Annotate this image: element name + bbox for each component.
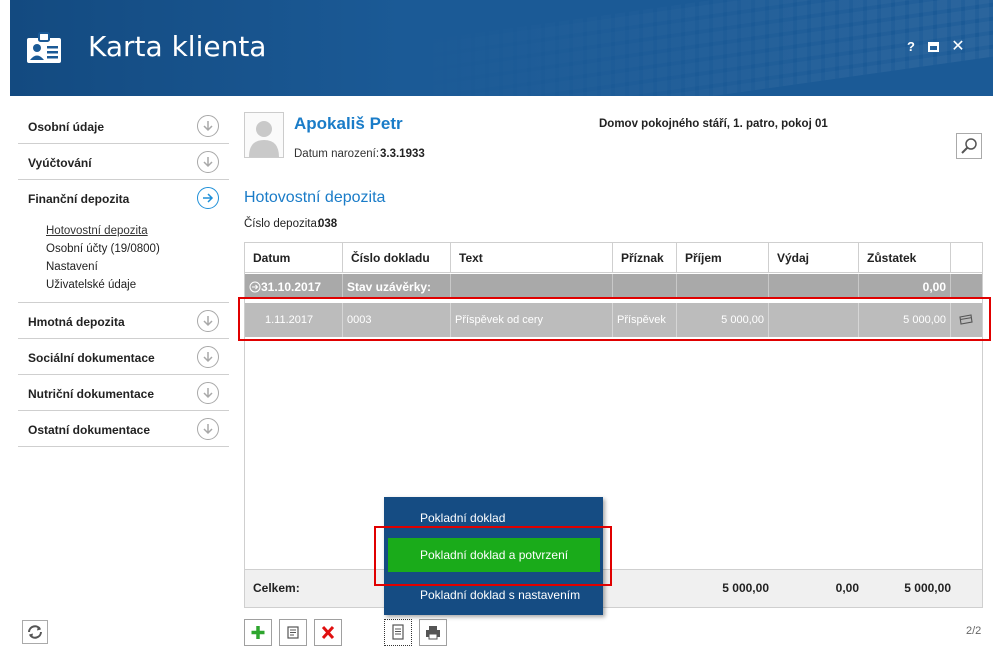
selected-menu-item-highlight xyxy=(374,526,612,586)
arrow-down-circle-icon[interactable] xyxy=(197,115,219,137)
arrow-down-circle-icon[interactable] xyxy=(197,310,219,332)
id-card-icon xyxy=(27,32,61,63)
arrow-down-circle-icon[interactable] xyxy=(197,382,219,404)
client-name: Apokališ Petr xyxy=(294,114,403,133)
sidebar-item-hmotna-depozita[interactable]: Hmotná depozita xyxy=(18,303,229,339)
window-title: Karta klienta xyxy=(88,30,267,63)
edit-button[interactable] xyxy=(279,619,307,646)
deposit-number-label: Číslo depozita: xyxy=(244,218,321,230)
search-icon xyxy=(961,138,977,154)
column-header-priznak[interactable]: Příznak xyxy=(613,243,677,273)
avatar xyxy=(244,112,284,158)
refresh-icon xyxy=(28,625,42,639)
sidebar-subitem-uzivatelske-udaje[interactable]: Uživatelské údaje xyxy=(46,276,229,294)
arrow-down-circle-icon[interactable] xyxy=(197,346,219,368)
section-title: Hotovostní depozita xyxy=(244,189,386,206)
sidebar-subitem-nastaveni[interactable]: Nastavení xyxy=(46,258,229,276)
totals-income: 5 000,00 xyxy=(722,581,769,595)
sidebar: Osobní údaje Vyúčtování Finanční depozit… xyxy=(18,108,229,447)
closing-date: 31.10.2017 xyxy=(261,280,322,294)
totals-balance: 5 000,00 xyxy=(904,581,951,595)
app-header: Karta klienta xyxy=(10,0,993,96)
column-header-text[interactable]: Text xyxy=(451,243,613,273)
column-header-datum[interactable]: Datum xyxy=(245,243,343,273)
sidebar-subitem-hotovostni-depozita[interactable]: Hotovostní depozita xyxy=(46,222,229,240)
sidebar-item-nutricni-dokumentace[interactable]: Nutriční dokumentace xyxy=(18,375,229,411)
client-location: Domov pokojného stáří, 1. patro, pokoj 0… xyxy=(599,118,828,130)
sidebar-item-osobni-udaje[interactable]: Osobní údaje xyxy=(18,108,229,144)
closing-label: Stav uzávěrky: xyxy=(343,274,451,298)
printer-icon xyxy=(426,626,440,640)
arrow-down-circle-icon[interactable] xyxy=(197,151,219,173)
maximize-button[interactable] xyxy=(925,38,941,56)
totals-label: Celkem: xyxy=(253,581,300,595)
table-totals-row: Celkem: 5 000,00 0,00 5 000,00 xyxy=(245,569,982,607)
sidebar-item-label: Vyúčtování xyxy=(28,156,92,170)
add-button[interactable] xyxy=(244,619,272,646)
table-row-closing[interactable]: 31.10.2017 Stav uzávěrky: 0,00 xyxy=(245,274,982,298)
sidebar-item-label: Finanční depozita xyxy=(28,192,130,206)
delete-x-icon xyxy=(321,625,335,640)
table-header: Datum Číslo dokladu Text Příznak Příjem … xyxy=(245,243,982,273)
sidebar-item-financni-depozita[interactable]: Finanční depozita xyxy=(18,180,229,216)
printer-button[interactable] xyxy=(419,619,447,646)
maximize-icon xyxy=(927,42,939,52)
dob-value: 3.3.1933 xyxy=(380,148,425,160)
arrow-down-circle-icon[interactable] xyxy=(197,418,219,440)
arrow-right-circle-icon[interactable] xyxy=(197,187,219,209)
column-header-vydaj[interactable]: Výdaj xyxy=(769,243,859,273)
column-header-zustatek[interactable]: Zůstatek xyxy=(859,243,951,273)
sidebar-item-label: Ostatní dokumentace xyxy=(28,423,151,437)
close-button[interactable]: ✕ xyxy=(950,38,966,56)
print-document-button[interactable] xyxy=(384,619,412,646)
deposit-number-value: 038 xyxy=(318,218,338,230)
refresh-button[interactable] xyxy=(22,620,48,644)
sidebar-item-ostatni-dokumentace[interactable]: Ostatní dokumentace xyxy=(18,411,229,447)
help-button[interactable]: ? xyxy=(903,38,919,56)
edit-document-icon xyxy=(287,626,299,639)
sidebar-item-socialni-dokumentace[interactable]: Sociální dokumentace xyxy=(18,339,229,375)
column-header-cislo-dokladu[interactable]: Číslo dokladu xyxy=(343,243,451,273)
arrow-right-circle-icon xyxy=(249,281,261,293)
sidebar-subitem-osobni-ucty[interactable]: Osobní účty (19/0800) xyxy=(46,240,229,258)
sidebar-item-label: Osobní údaje xyxy=(28,120,105,134)
search-button[interactable] xyxy=(956,133,982,159)
dob-label: Datum narození: xyxy=(294,148,380,160)
person-icon xyxy=(249,121,279,157)
sidebar-item-label: Nutriční dokumentace xyxy=(28,387,155,401)
sidebar-item-label: Sociální dokumentace xyxy=(28,351,155,365)
totals-expense: 0,00 xyxy=(835,581,859,595)
selected-row-highlight xyxy=(238,297,991,341)
column-header-actions xyxy=(951,243,982,273)
closing-balance: 0,00 xyxy=(859,274,951,298)
plus-icon xyxy=(251,626,265,639)
sidebar-item-label: Hmotná depozita xyxy=(28,315,125,329)
sidebar-submenu: Hotovostní depozita Osobní účty (19/0800… xyxy=(18,216,229,303)
page-indicator: 2/2 xyxy=(966,625,982,637)
document-icon xyxy=(392,624,404,640)
column-header-prijem[interactable]: Příjem xyxy=(677,243,769,273)
sidebar-item-vyuctovani[interactable]: Vyúčtování xyxy=(18,144,229,180)
delete-button[interactable] xyxy=(314,619,342,646)
